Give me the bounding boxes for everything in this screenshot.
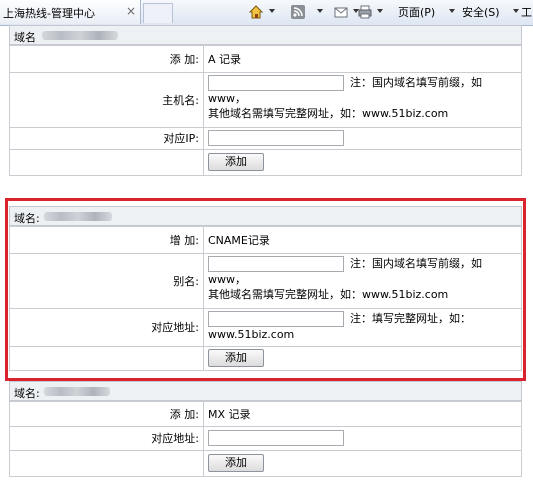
blurred-domain-name [42,31,118,40]
add-button[interactable]: 添加 [208,454,264,472]
domain-header: 域名: [9,381,522,401]
print-icon[interactable] [357,4,373,20]
target-address-input[interactable] [208,430,344,446]
chevron-down-icon[interactable] [269,9,275,13]
blurred-domain-name [44,387,110,396]
tools-menu-label: 工 [521,6,532,19]
add-button[interactable]: 添加 [208,153,264,171]
browser-toolbar: 上海热线-管理中心 × 页面(P) 安全(S) 工 [0,0,533,26]
ip-input[interactable] [208,130,344,146]
chevron-down-icon[interactable] [377,9,383,13]
host-input[interactable] [208,75,344,91]
new-tab-button[interactable] [143,3,173,23]
target-address-label: 对应地址: [9,426,204,451]
add-label: 添 加: [9,401,204,427]
home-icon[interactable] [248,4,264,20]
record-type-value: MX 记录 [203,401,522,427]
chevron-down-icon[interactable] [513,9,519,13]
domain-label: 域名 [14,31,36,44]
domain-label: 域名: [14,387,40,400]
a-record-form: 添 加: A 记录 主机名: 注：国内域名填写前缀，如 www， 其他域名需填写… [9,45,522,176]
mx-record-form: 添 加: MX 记录 对应地址: 添加 [9,401,522,477]
safety-menu-label: 安全(S) [462,6,500,19]
ip-label: 对应IP: [9,127,204,150]
host-note-line3: 其他域名需填写完整网址，如：www.51biz.com [208,107,449,120]
host-note: 注：国内域名填写前缀，如 [350,76,482,89]
browser-tab[interactable]: 上海热线-管理中心 × [0,0,141,24]
domain-header: 域名 [9,25,522,45]
mail-icon[interactable] [333,4,349,20]
highlight-box [5,198,526,381]
safety-menu[interactable]: 安全(S) [462,4,500,20]
tab-title: 上海热线-管理中心 [3,7,95,20]
page-menu-label: 页面(P) [398,6,436,19]
chevron-down-icon[interactable] [449,9,455,13]
add-label: 添 加: [9,45,204,73]
close-icon[interactable]: × [126,4,136,18]
rss-feed-icon[interactable] [290,4,306,20]
host-label: 主机名: [9,72,204,128]
chevron-down-icon[interactable] [317,9,323,13]
page-menu[interactable]: 页面(P) [398,4,435,20]
host-note-line2: www， [208,92,246,105]
record-type-value: A 记录 [203,45,522,73]
tools-menu[interactable]: 工 [521,4,532,20]
